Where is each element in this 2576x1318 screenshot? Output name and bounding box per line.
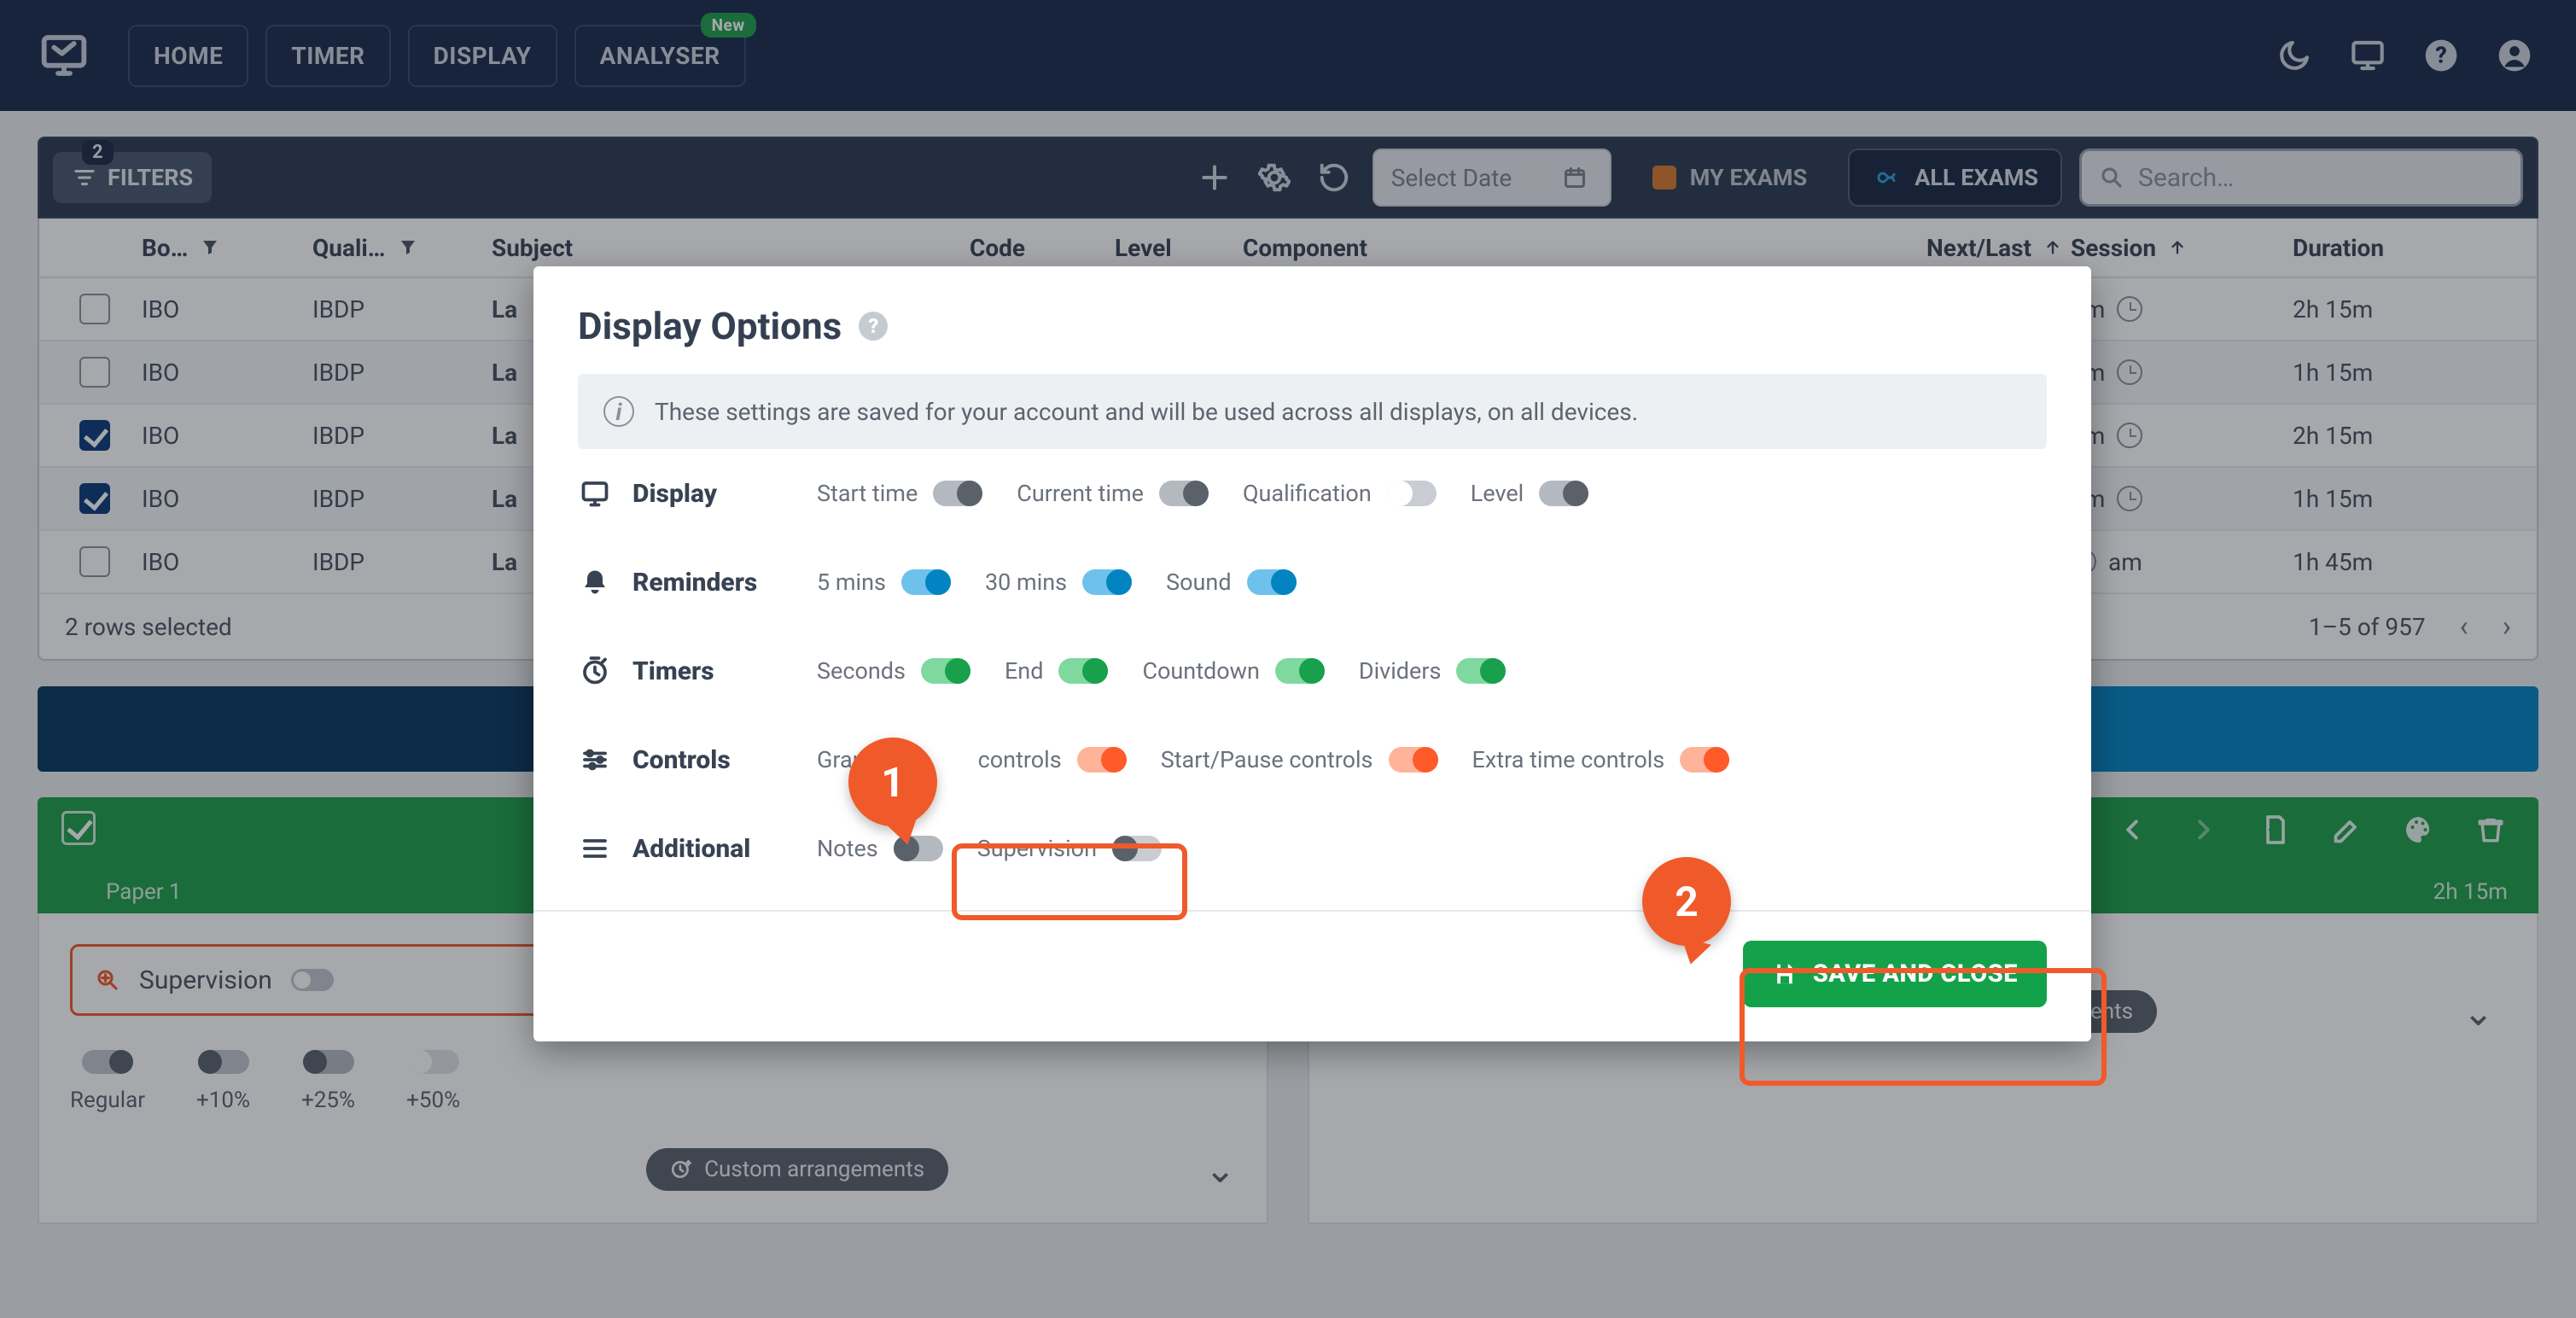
- modal-title: Display Options ?: [578, 304, 2047, 348]
- opt-30mins[interactable]: 30 mins: [985, 569, 1132, 596]
- controls-section-icon: [578, 743, 612, 777]
- toggle-start-time[interactable]: [933, 481, 982, 506]
- opt-sound[interactable]: Sound: [1166, 569, 1296, 596]
- toggle-dividers[interactable]: [1456, 658, 1506, 684]
- opt-countdown[interactable]: Countdown: [1142, 657, 1324, 685]
- modal-info-banner: i These settings are saved for your acco…: [578, 374, 2047, 449]
- section-additional: Additional Notes Supervision: [578, 804, 2047, 893]
- opt-level[interactable]: Level: [1471, 480, 1588, 507]
- opt-extra-time[interactable]: Extra time controls: [1472, 746, 1730, 773]
- section-timers: Timers Seconds End Countdown Dividers: [578, 627, 2047, 715]
- opt-5mins[interactable]: 5 mins: [817, 569, 951, 596]
- save-and-close-button[interactable]: SAVE AND CLOSE: [1743, 941, 2047, 1007]
- opt-dividers[interactable]: Dividers: [1359, 657, 1507, 685]
- section-controls: Controls Grancontrols Start/Pause contro…: [578, 715, 2047, 804]
- toggle-5mins[interactable]: [901, 569, 951, 595]
- toggle-extra-time[interactable]: [1680, 747, 1729, 773]
- opt-start-pause[interactable]: Start/Pause controls: [1161, 746, 1438, 773]
- toggle-start-pause[interactable]: [1389, 747, 1438, 773]
- toggle-current-time[interactable]: [1159, 481, 1209, 506]
- toggle-qualification[interactable]: [1387, 481, 1437, 506]
- modal-footer: SAVE AND CLOSE: [533, 910, 2091, 1007]
- display-options-modal: Display Options ? i These settings are s…: [533, 266, 2091, 1041]
- opt-seconds[interactable]: Seconds: [817, 657, 970, 685]
- toggle-30mins[interactable]: [1082, 569, 1132, 595]
- toggle-countdown[interactable]: [1275, 658, 1325, 684]
- toggle-end[interactable]: [1058, 658, 1108, 684]
- toggle-seconds[interactable]: [921, 658, 970, 684]
- reminders-section-icon: [578, 565, 612, 599]
- timers-section-icon: [578, 654, 612, 688]
- opt-current-time[interactable]: Current time: [1017, 480, 1209, 507]
- section-reminders: Reminders 5 mins 30 mins Sound: [578, 538, 2047, 627]
- toggle-granular[interactable]: [1077, 747, 1127, 773]
- additional-section-icon: [578, 831, 612, 866]
- section-display: Display Start time Current time Qualific…: [578, 449, 2047, 538]
- opt-notes[interactable]: Notes: [817, 835, 943, 862]
- opt-end[interactable]: End: [1005, 657, 1108, 685]
- toggle-sound[interactable]: [1247, 569, 1297, 595]
- info-icon: i: [603, 396, 634, 427]
- app-root: HOME TIMER DISPLAY ANALYSER New ? FILTER…: [0, 0, 2576, 1318]
- toggle-supervision[interactable]: [1112, 836, 1162, 861]
- toggle-level[interactable]: [1539, 481, 1588, 506]
- annotation-callout-2: 2: [1642, 857, 1731, 946]
- opt-start-time[interactable]: Start time: [817, 480, 982, 507]
- opt-qualification[interactable]: Qualification: [1243, 480, 1437, 507]
- modal-help-icon[interactable]: ?: [859, 312, 888, 341]
- annotation-callout-1: 1: [848, 738, 937, 826]
- save-icon: [1772, 961, 1798, 987]
- opt-supervision[interactable]: Supervision: [977, 835, 1162, 862]
- display-section-icon: [578, 476, 612, 510]
